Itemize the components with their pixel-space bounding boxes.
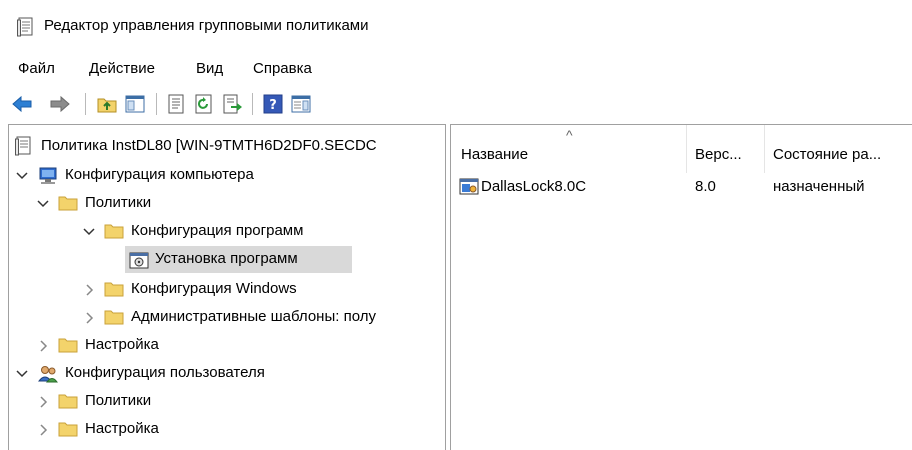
show-action-pane-icon[interactable] <box>290 93 312 115</box>
window-title: Редактор управления групповыми политикам… <box>44 17 369 34</box>
chevron-right-icon[interactable] <box>82 311 96 325</box>
toolbar-separator <box>252 93 253 115</box>
tree-item-windows-settings[interactable]: Конфигурация Windows <box>131 280 297 297</box>
folder-icon <box>104 222 124 240</box>
up-folder-icon[interactable] <box>96 93 118 115</box>
tree-item-user-policies[interactable]: Политики <box>85 392 151 409</box>
back-icon[interactable] <box>11 93 33 115</box>
folder-icon <box>104 280 124 298</box>
folder-icon <box>58 336 78 354</box>
toolbar-separator <box>156 93 157 115</box>
column-header-version-label: Верс... <box>695 146 742 163</box>
menu-action[interactable]: Действие <box>89 60 155 77</box>
chevron-down-icon[interactable] <box>36 197 50 211</box>
column-header-name[interactable]: Название ^ <box>451 125 686 173</box>
sort-ascending-icon: ^ <box>566 127 573 143</box>
package-version: 8.0 <box>695 178 716 195</box>
show-hide-tree-icon[interactable] <box>124 93 146 115</box>
folder-icon <box>58 420 78 438</box>
folder-icon <box>104 308 124 326</box>
menu-view[interactable]: Вид <box>196 60 223 77</box>
tree-item-user-config[interactable]: Конфигурация пользователя <box>65 364 265 381</box>
tree-item-computer-config[interactable]: Конфигурация компьютера <box>65 166 254 183</box>
gpo-editor-app-icon <box>17 17 35 37</box>
properties-icon[interactable] <box>165 93 187 115</box>
policy-document-icon <box>15 136 35 156</box>
folder-icon <box>58 392 78 410</box>
svg-text:?: ? <box>269 98 277 113</box>
menu-file[interactable]: Файл <box>18 60 55 77</box>
tree-item-comp-preferences[interactable]: Настройка <box>85 336 159 353</box>
column-header-name-label: Название <box>461 146 529 163</box>
column-header-state[interactable]: Состояние ра... <box>765 125 912 173</box>
chevron-down-icon[interactable] <box>82 225 96 239</box>
tree-item-comp-policies[interactable]: Политики <box>85 194 151 211</box>
tree-item-root-policy[interactable]: Политика InstDL80 [WIN-9TMTH6D2DF0.SECDC <box>41 137 377 154</box>
title-bar: Редактор управления групповыми политикам… <box>0 0 912 52</box>
tree-item-user-preferences[interactable]: Настройка <box>85 420 159 437</box>
column-header-state-label: Состояние ра... <box>773 146 882 163</box>
chevron-right-icon[interactable] <box>36 395 50 409</box>
toolbar-separator <box>85 93 86 115</box>
column-header-version[interactable]: Верс... <box>687 125 764 173</box>
refresh-icon[interactable] <box>193 93 215 115</box>
package-deployment-state: назначенный <box>773 178 865 195</box>
forward-icon[interactable] <box>49 93 71 115</box>
computer-icon <box>37 166 57 184</box>
folder-icon <box>58 194 78 212</box>
tree-item-admin-templates[interactable]: Административные шаблоны: полу <box>131 308 376 325</box>
package-name: DallasLock8.0C <box>481 178 587 195</box>
chevron-right-icon[interactable] <box>36 339 50 353</box>
console-tree-pane[interactable]: Политика InstDL80 [WIN-9TMTH6D2DF0.SECDC… <box>8 124 446 450</box>
users-icon <box>37 364 58 383</box>
msi-package-icon <box>459 177 479 195</box>
software-install-icon <box>129 251 149 269</box>
list-row[interactable]: DallasLock8.0C 8.0 назначенный <box>451 175 912 199</box>
chevron-right-icon[interactable] <box>82 283 96 297</box>
tree-item-software-install[interactable]: Установка программ <box>155 250 298 267</box>
tree-item-software-settings[interactable]: Конфигурация программ <box>131 222 303 239</box>
menu-help[interactable]: Справка <box>253 60 312 77</box>
chevron-right-icon[interactable] <box>36 423 50 437</box>
chevron-down-icon[interactable] <box>15 169 29 183</box>
export-list-icon[interactable] <box>221 93 243 115</box>
toolbar: ? <box>0 86 912 120</box>
help-icon[interactable]: ? <box>262 93 284 115</box>
details-list-pane[interactable]: Название ^ Верс... Состояние ра... Dalla… <box>450 124 912 450</box>
chevron-down-icon[interactable] <box>15 367 29 381</box>
menu-bar: Файл Действие Вид Справка <box>0 55 912 81</box>
